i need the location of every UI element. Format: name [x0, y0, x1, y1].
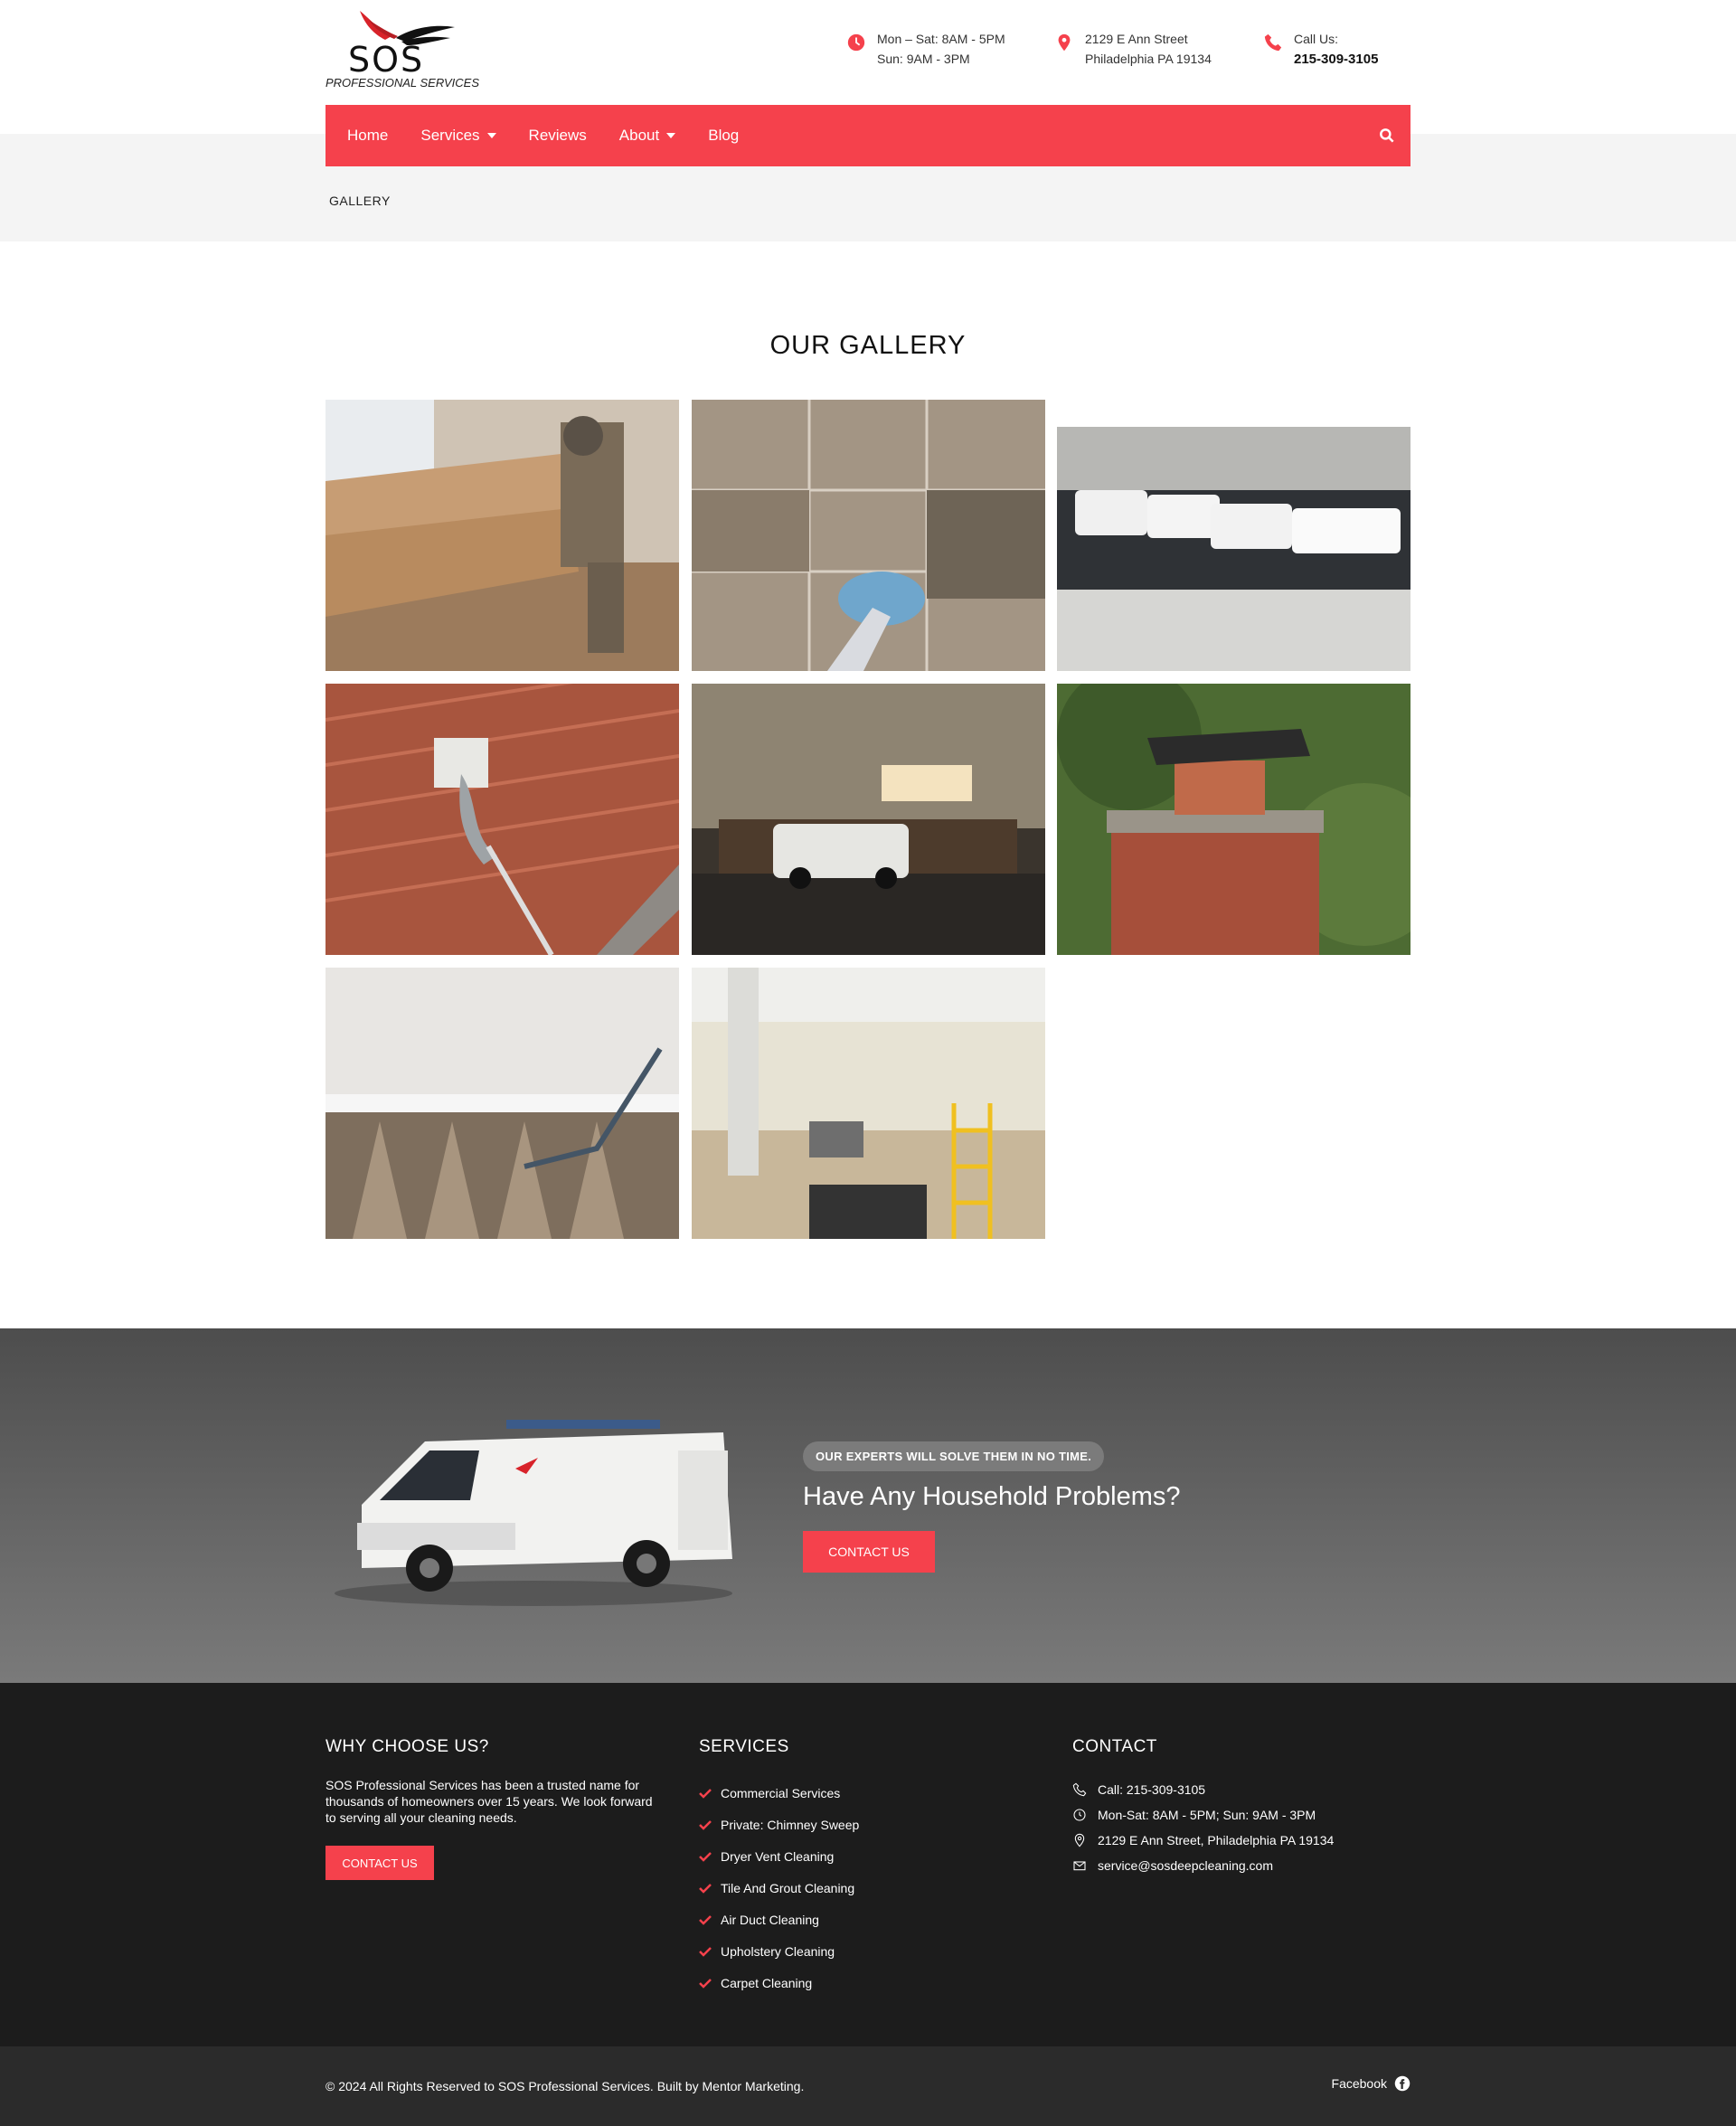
air-duct-office-image [692, 968, 1045, 1239]
gallery-photo-fleet-vans[interactable] [1057, 400, 1410, 671]
gallery-photo-tile-cleaning[interactable] [692, 400, 1045, 671]
facebook-label: Facebook [1331, 2076, 1387, 2091]
nav-reviews-label: Reviews [528, 127, 587, 144]
nav-blog-label: Blog [708, 127, 740, 144]
footer-service-label: Upholstery Cleaning [721, 1943, 835, 1959]
gallery-photo-van-at-hotel[interactable] [692, 684, 1045, 955]
phone-icon [1072, 1782, 1087, 1797]
cta-badge: OUR EXPERTS WILL SOLVE THEM IN NO TIME. [803, 1441, 1105, 1471]
dryer-vent-image [326, 684, 679, 955]
nav-reviews[interactable]: Reviews [529, 127, 587, 145]
footer-why-text: SOS Professional Services has been a tru… [326, 1778, 653, 1825]
footer-contact-title: CONTACT [1072, 1737, 1157, 1756]
chevron-down-icon [486, 133, 496, 138]
carpet-cleaning-image [326, 968, 679, 1239]
footer-service-label: Tile And Grout Cleaning [721, 1880, 855, 1895]
gallery-photo-sofa-cleaning[interactable] [326, 400, 679, 671]
nav-home-label: Home [347, 127, 389, 144]
van-at-hotel-image [692, 684, 1045, 955]
footer-contact-column: CONTACT Call: 215-309-3105 Mon-Sat: 8AM … [1072, 1737, 1334, 1878]
footer-service-label: Commercial Services [721, 1785, 841, 1800]
call-label: Call Us: [1294, 32, 1339, 46]
footer: WHY CHOOSE US? SOS Professional Services… [0, 1683, 1736, 2046]
facebook-icon [1394, 2075, 1410, 2092]
nav-services-label: Services [420, 127, 480, 144]
footer-service-item[interactable]: Upholstery Cleaning [699, 1935, 859, 1967]
nav-about-label: About [618, 127, 660, 144]
call-info[interactable]: Call Us: 215-309-3105 [1263, 29, 1378, 70]
envelope-icon [1073, 1861, 1086, 1871]
hours-info: Mon – Sat: 8AM - 5PM Sun: 9AM - 3PM [846, 29, 1005, 69]
nav-home[interactable]: Home [347, 127, 388, 145]
footer-service-item[interactable]: Private: Chimney Sweep [699, 1809, 859, 1840]
checkmark-icon [699, 1914, 712, 1925]
checkmark-icon [699, 1788, 712, 1799]
hours-sunday: Sun: 9AM - 3PM [877, 52, 970, 66]
fleet-vans-image [1057, 400, 1410, 671]
footer-address: 2129 E Ann Street, Philadelphia PA 19134 [1072, 1828, 1334, 1853]
footer-services-column: SERVICES Commercial Services Private: Ch… [699, 1737, 859, 1998]
bottom-bar: © 2024 All Rights Reserved to SOS Profes… [0, 2046, 1736, 2126]
footer-service-item[interactable]: Tile And Grout Cleaning [699, 1872, 859, 1904]
logo[interactable]: SOS PROFESSIONAL SERVICES [326, 9, 479, 92]
hours-weekday: Mon – Sat: 8AM - 5PM [877, 32, 1005, 46]
call-number[interactable]: 215-309-3105 [1294, 52, 1378, 67]
footer-service-item[interactable]: Commercial Services [699, 1777, 859, 1809]
cta-section: OUR EXPERTS WILL SOLVE THEM IN NO TIME. … [0, 1328, 1736, 1683]
footer-why-title: WHY CHOOSE US? [326, 1737, 489, 1756]
footer-service-item[interactable]: Dryer Vent Cleaning [699, 1840, 859, 1872]
logo-text: SOS [348, 40, 425, 80]
gallery-title: OUR GALLERY [769, 331, 967, 360]
clock-icon [1073, 1809, 1086, 1821]
address-line-2: Philadelphia PA 19134 [1085, 52, 1212, 66]
footer-service-item[interactable]: Carpet Cleaning [699, 1967, 859, 1998]
gallery-photo-chimney-cap[interactable] [1057, 684, 1410, 955]
footer-phone[interactable]: Call: 215-309-3105 [1072, 1777, 1334, 1802]
checkmark-icon [699, 1978, 712, 1989]
nav-blog[interactable]: Blog [708, 127, 739, 145]
nav-services[interactable]: Services [420, 127, 496, 145]
checkmark-icon [699, 1851, 712, 1862]
company-van-image [335, 1420, 732, 1606]
checkmark-icon [699, 1946, 712, 1957]
copyright: © 2024 All Rights Reserved to SOS Profes… [326, 2079, 805, 2093]
footer-service-label: Private: Chimney Sweep [721, 1817, 860, 1832]
footer-hours-text: Mon-Sat: 8AM - 5PM; Sun: 9AM - 3PM [1098, 1808, 1316, 1822]
footer-service-label: Air Duct Cleaning [721, 1912, 819, 1927]
clock-icon [847, 33, 865, 52]
gallery-photo-air-duct-office[interactable] [692, 968, 1045, 1239]
footer-hours: Mon-Sat: 8AM - 5PM; Sun: 9AM - 3PM [1072, 1802, 1334, 1828]
address-info: 2129 E Ann Street Philadelphia PA 19134 [1054, 29, 1212, 69]
chevron-down-icon [666, 133, 676, 138]
footer-service-label: Dryer Vent Cleaning [721, 1848, 835, 1864]
footer-service-item[interactable]: Air Duct Cleaning [699, 1904, 859, 1935]
footer-phone-text: Call: 215-309-3105 [1098, 1782, 1206, 1797]
checkmark-icon [699, 1883, 712, 1894]
footer-address-text: 2129 E Ann Street, Philadelphia PA 19134 [1098, 1833, 1335, 1847]
facebook-link[interactable]: Facebook [1332, 2075, 1410, 2092]
nav-about[interactable]: About [618, 127, 676, 145]
footer-email[interactable]: service@sosdeepcleaning.com [1072, 1853, 1334, 1878]
cta-title: Have Any Household Problems? [803, 1482, 1181, 1511]
footer-email-text: service@sosdeepcleaning.com [1098, 1858, 1273, 1873]
location-pin-icon [1058, 33, 1071, 52]
cta-contact-button[interactable]: CONTACT US [803, 1531, 935, 1573]
gallery-photo-dryer-vent[interactable] [326, 684, 679, 955]
footer-services-title: SERVICES [699, 1737, 789, 1756]
logo-subtitle: PROFESSIONAL SERVICES [326, 76, 480, 90]
footer-contact-button[interactable]: CONTACT US [326, 1846, 434, 1880]
footer-why-column: WHY CHOOSE US? SOS Professional Services… [326, 1737, 660, 1880]
chimney-cap-image [1057, 684, 1410, 955]
tile-cleaning-image [692, 400, 1045, 671]
location-pin-icon [1074, 1833, 1085, 1847]
address-line-1: 2129 E Ann Street [1085, 32, 1188, 46]
footer-service-label: Carpet Cleaning [721, 1975, 813, 1990]
main-nav: Home Services Reviews About Blog [326, 105, 1410, 166]
search-icon[interactable] [1378, 127, 1396, 145]
gallery-photo-carpet-cleaning[interactable] [326, 968, 679, 1239]
checkmark-icon [699, 1819, 712, 1830]
phone-icon [1264, 33, 1282, 52]
sofa-cleaning-image [326, 400, 679, 671]
breadcrumb: GALLERY [329, 194, 391, 208]
